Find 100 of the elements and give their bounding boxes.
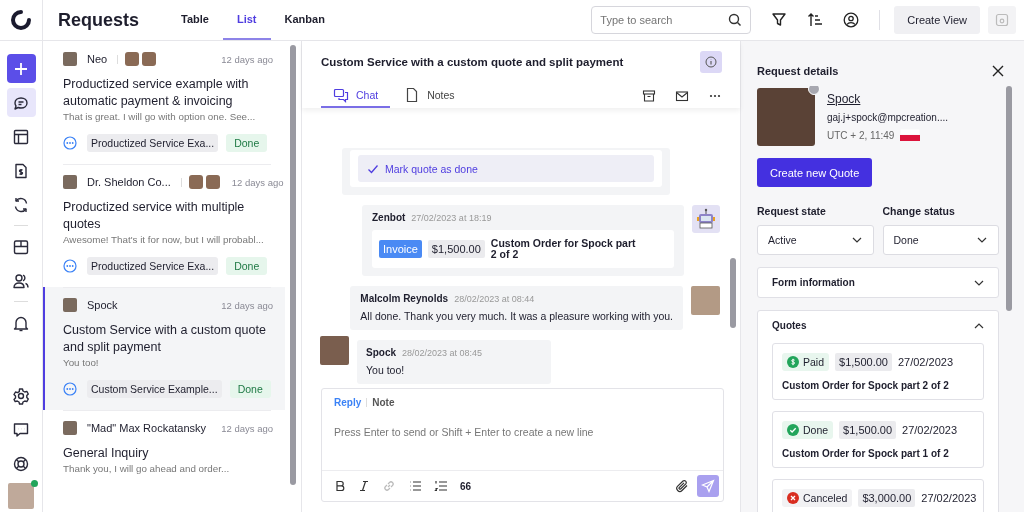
message-text: All done. Thank you very much. It was a pleasure working with you. bbox=[360, 310, 673, 322]
amount-tag: $1,500.00 bbox=[835, 353, 892, 371]
invoice-item: Custom Order for Spock part 2 of 2 bbox=[490, 238, 636, 260]
info-button[interactable] bbox=[700, 51, 722, 73]
author-name: Spock bbox=[87, 299, 118, 311]
dropdown[interactable]: Active bbox=[757, 225, 874, 255]
author-name: "Mad" Max Rockatansky bbox=[87, 422, 207, 434]
message-preview: That is great. I will go with option one. See... bbox=[63, 111, 257, 122]
panel-title: Request details bbox=[757, 65, 839, 77]
avatar-photo bbox=[320, 336, 349, 365]
quote-card[interactable]: Paid $1,500.00 27/02/2023 Custom Order for Spock part 2 of 2 bbox=[772, 343, 984, 400]
view-tab[interactable]: List bbox=[222, 0, 271, 40]
accordion-header[interactable]: Quotes bbox=[758, 311, 998, 340]
accordion-header[interactable]: Form information bbox=[758, 268, 998, 297]
time-ago: 12 days ago bbox=[221, 53, 273, 65]
italic-button[interactable] bbox=[358, 480, 370, 492]
more-circle-icon bbox=[63, 259, 77, 273]
chat-bubbles-icon bbox=[333, 86, 349, 103]
check-circle-icon bbox=[787, 424, 799, 436]
numbered-list-button[interactable] bbox=[434, 479, 448, 493]
archive-icon[interactable] bbox=[642, 88, 656, 103]
service-tag: Custom Service Example... bbox=[87, 380, 222, 398]
numbered-list-icon bbox=[434, 479, 448, 493]
paperclip-icon[interactable] bbox=[675, 479, 689, 493]
create-view-button[interactable]: Create View bbox=[894, 6, 980, 34]
avatar-photo bbox=[63, 175, 77, 189]
italic-icon bbox=[358, 480, 370, 492]
quote-date: 27/02/2023 bbox=[902, 424, 958, 436]
composer-mode-tab[interactable]: Note bbox=[372, 397, 395, 408]
avatar-photo bbox=[63, 421, 77, 435]
invoice-badge: Invoice bbox=[379, 240, 422, 258]
sender-name: Malcolm Reynolds bbox=[360, 293, 449, 304]
watcher-avatar bbox=[188, 175, 203, 189]
sort-icon[interactable] bbox=[807, 12, 824, 28]
chat-tab[interactable]: Notes bbox=[392, 83, 467, 108]
author-name: Dr. Sheldon Co... bbox=[87, 176, 171, 188]
contact-email: gaj.j+spock@mpcreation.... bbox=[827, 112, 949, 123]
user-circle-icon[interactable] bbox=[843, 12, 860, 28]
bold-button[interactable] bbox=[334, 480, 346, 492]
avatar-photo bbox=[691, 286, 720, 315]
mail-icon[interactable] bbox=[675, 88, 689, 103]
view-tab[interactable]: Table bbox=[167, 0, 223, 40]
service-tag: Productized Service Exa... bbox=[87, 134, 219, 152]
robot-icon bbox=[692, 205, 720, 233]
status-text: Done bbox=[803, 424, 829, 436]
page-title: Requests bbox=[58, 9, 140, 31]
quote-date: 27/02/2023 bbox=[897, 356, 953, 368]
contact-timezone: UTC + 2, 11:49 bbox=[827, 129, 895, 141]
filter-icon[interactable] bbox=[771, 12, 788, 28]
scrollbar-thumb[interactable] bbox=[1006, 86, 1012, 311]
more-circle-icon bbox=[63, 382, 77, 396]
bullet-list-icon bbox=[408, 479, 422, 493]
request-item[interactable]: Neo 12 days ago Productized service example with automatic payment & invoicing That is great. I will go with option one. See... Productized Service Exa... Done bbox=[43, 41, 285, 164]
quote-title: Custom Order for Spock part 1 of 2 bbox=[782, 448, 950, 459]
chat-nav-button[interactable] bbox=[6, 88, 36, 117]
message-preview: Thank you, I will go ahead and order... bbox=[63, 463, 231, 474]
quote-card[interactable]: Canceled $3,000.00 27/02/2023 bbox=[772, 479, 984, 512]
close-icon[interactable] bbox=[992, 65, 1004, 77]
add-button[interactable] bbox=[6, 54, 36, 83]
author-name: Neo bbox=[87, 53, 108, 65]
quote-date: 27/02/2023 bbox=[921, 492, 977, 504]
request-item[interactable]: Spock 12 days ago Custom Service with a custom quote and split payment You too! Custom Service Example... Done bbox=[43, 287, 285, 410]
request-title: General Inquiry bbox=[63, 445, 150, 462]
avatar-photo bbox=[63, 298, 77, 312]
service-tag: Productized Service Exa... bbox=[87, 257, 219, 275]
request-title: Custom Service with a custom quote and split payment bbox=[63, 322, 267, 356]
scrollbar-thumb[interactable] bbox=[290, 45, 296, 485]
bullet-list-button[interactable] bbox=[408, 479, 422, 493]
field-label: Change status bbox=[882, 205, 956, 217]
conversation-title: Custom Service with a custom quote and split payment bbox=[321, 56, 625, 68]
settings-icon bbox=[12, 386, 30, 405]
reply-composer[interactable]: Reply Note Press Enter to send or Shift + Enter to create a new line 66 bbox=[321, 388, 724, 502]
quote-button[interactable]: 66 bbox=[460, 480, 472, 492]
request-item[interactable]: Dr. Sheldon Co... 12 days ago Productized service with multiple quotes Awesome! That's it for now, but I will probabl... Productized Service Exa... Done bbox=[43, 164, 285, 287]
message-time: 28/02/2023 at 08:44 bbox=[454, 294, 535, 304]
sender-name: Zenbot bbox=[372, 212, 406, 223]
message-text: You too! bbox=[366, 364, 406, 376]
search-field[interactable]: Type to search bbox=[591, 6, 752, 34]
box-icon bbox=[12, 237, 30, 256]
users-icon bbox=[12, 271, 30, 290]
create-quote-button[interactable]: Create new Quote bbox=[757, 158, 873, 187]
time-ago: 12 days ago bbox=[221, 422, 273, 434]
mark-done-button[interactable]: Mark quote as done bbox=[358, 155, 654, 182]
quote-card[interactable]: Done $1,500.00 27/02/2023 Custom Order for Spock part 1 of 2 bbox=[772, 411, 984, 468]
message-preview: Awesome! That's it for now, but I will probabl... bbox=[63, 234, 265, 245]
composer-mode-tab[interactable]: Reply bbox=[334, 397, 362, 408]
scrollbar-thumb[interactable] bbox=[730, 258, 736, 328]
message-preview: You too! bbox=[63, 357, 100, 368]
watcher-avatar bbox=[125, 52, 140, 66]
dropdown[interactable]: Done bbox=[882, 225, 999, 255]
request-item[interactable]: "Mad" Max Rockatansky 12 days ago General Inquiry Thank you, I will go ahead and order... bbox=[43, 410, 285, 486]
refresh-icon bbox=[12, 195, 30, 214]
avatar-photo bbox=[63, 52, 77, 66]
flag-icon bbox=[900, 129, 921, 141]
check-icon bbox=[367, 162, 379, 175]
save-icon bbox=[995, 13, 1009, 27]
contact-name-link[interactable]: Spock bbox=[827, 92, 949, 106]
search-icon bbox=[728, 13, 743, 27]
amount-tag: $1,500.00 bbox=[427, 240, 485, 258]
view-tab[interactable]: Kanban bbox=[270, 0, 339, 40]
